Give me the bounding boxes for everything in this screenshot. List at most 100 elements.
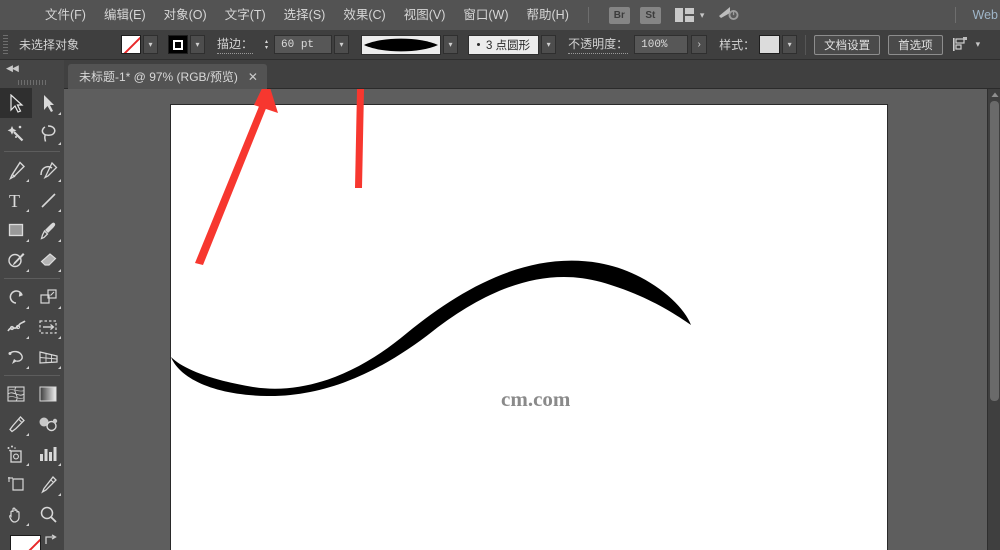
scroll-up-arrow[interactable] xyxy=(990,90,999,100)
menu-edit[interactable]: 编辑(E) xyxy=(95,0,155,30)
tool-rectangle[interactable] xyxy=(0,215,32,245)
align-options-button[interactable]: ▾ xyxy=(953,37,981,52)
fill-control[interactable]: ▾ xyxy=(121,35,158,54)
brush-definition-preview[interactable] xyxy=(361,35,441,55)
bridge-button[interactable]: Br xyxy=(609,7,630,24)
chevron-down-icon: ▾ xyxy=(700,10,705,21)
menu-window[interactable]: 窗口(W) xyxy=(454,0,517,30)
stroke-weight-stepper[interactable]: ▴▾ xyxy=(261,35,272,54)
tool-shaper[interactable] xyxy=(0,245,32,275)
tool-direct-selection[interactable] xyxy=(32,88,64,118)
tool-perspective-grid[interactable] xyxy=(32,342,64,372)
tool-slice[interactable] xyxy=(32,469,64,499)
menu-effect[interactable]: 效果(C) xyxy=(334,0,394,30)
control-bar-grip[interactable] xyxy=(3,35,8,55)
tool-mesh[interactable] xyxy=(0,379,32,409)
gradient-icon xyxy=(38,385,58,403)
stroke-swatch-black[interactable] xyxy=(168,35,188,54)
tool-curvature[interactable] xyxy=(32,155,64,185)
fill-stroke-indicator xyxy=(0,533,64,550)
paintbrush-icon xyxy=(39,221,58,240)
vertical-scrollbar-thumb[interactable] xyxy=(990,101,999,401)
fill-dropdown-arrow[interactable]: ▾ xyxy=(143,35,158,54)
line-segment-icon xyxy=(39,191,58,210)
opacity-input[interactable]: 100% xyxy=(634,35,688,54)
vertical-scrollbar[interactable] xyxy=(987,89,1000,550)
menu-select[interactable]: 选择(S) xyxy=(275,0,335,30)
preferences-button[interactable]: 首选项 xyxy=(888,35,943,55)
tool-free-transform[interactable] xyxy=(0,342,32,372)
close-icon[interactable]: ✕ xyxy=(248,72,258,82)
tool-grid-4 xyxy=(0,379,64,529)
opacity-options-button[interactable]: › xyxy=(691,35,707,54)
stroke-weight-dropdown-arrow[interactable]: ▾ xyxy=(334,35,349,54)
tool-gradient[interactable] xyxy=(32,379,64,409)
tool-hand[interactable] xyxy=(0,499,32,529)
tool-eyedropper[interactable] xyxy=(0,409,32,439)
menu-help[interactable]: 帮助(H) xyxy=(518,0,578,30)
canvas-area[interactable]: cm.com xyxy=(64,89,987,550)
fill-color-none[interactable] xyxy=(10,535,41,550)
artwork-layer xyxy=(171,105,889,550)
menu-type[interactable]: 文字(T) xyxy=(216,0,275,30)
stroke-weight-input[interactable]: 60 pt xyxy=(274,35,332,54)
swap-fill-stroke-icon[interactable] xyxy=(44,533,58,550)
tool-paintbrush[interactable] xyxy=(32,215,64,245)
arrange-documents-icon xyxy=(675,8,694,22)
rectangle-icon xyxy=(7,221,26,240)
chevron-down-icon: ▾ xyxy=(976,39,981,50)
tool-blend[interactable] xyxy=(32,409,64,439)
document-tab-title: 未标题-1* @ 97% (RGB/预览) xyxy=(79,68,238,85)
tools-divider-2 xyxy=(4,278,60,279)
menu-object[interactable]: 对象(O) xyxy=(155,0,216,30)
stock-button[interactable]: St xyxy=(640,7,661,24)
document-setup-button[interactable]: 文档设置 xyxy=(814,35,880,55)
stroke-weight-label[interactable]: 描边： xyxy=(217,35,253,54)
workspace-switcher[interactable]: Web xyxy=(973,0,1000,30)
tool-column-graph[interactable] xyxy=(32,439,64,469)
tool-scale[interactable] xyxy=(32,282,64,312)
tool-zoom[interactable] xyxy=(32,499,64,529)
tool-width[interactable] xyxy=(0,312,32,342)
hand-icon xyxy=(7,505,26,524)
app-logo-icon xyxy=(0,0,36,30)
style-label: 样式： xyxy=(719,36,755,53)
magic-wand-icon xyxy=(7,124,26,143)
brush-name-dropdown-arrow[interactable]: ▾ xyxy=(541,35,556,54)
tool-symbol-sprayer[interactable] xyxy=(0,439,32,469)
tool-line-segment[interactable] xyxy=(32,185,64,215)
brush-name-field[interactable]: 3 点圆形 xyxy=(468,35,539,55)
menu-view[interactable]: 视图(V) xyxy=(395,0,455,30)
rotate-icon xyxy=(7,288,26,307)
symbol-sprayer-icon xyxy=(6,445,26,464)
arrange-documents-button[interactable]: ▾ xyxy=(675,8,705,22)
brush-definition-dropdown-arrow[interactable]: ▾ xyxy=(443,35,458,54)
tools-divider-3 xyxy=(4,375,60,376)
tool-selection[interactable] xyxy=(0,88,32,118)
tool-grid xyxy=(0,88,64,148)
artboard-1[interactable]: cm.com xyxy=(170,104,888,550)
tool-lasso[interactable] xyxy=(32,118,64,148)
style-dropdown-arrow[interactable]: ▾ xyxy=(782,35,797,54)
tool-pen[interactable] xyxy=(0,155,32,185)
shaper-pencil-icon xyxy=(7,251,26,270)
tool-eraser[interactable] xyxy=(32,245,64,275)
tool-type[interactable]: T xyxy=(0,185,32,215)
cc-libraries-button[interactable] xyxy=(718,4,740,27)
tool-grid-2: T xyxy=(0,155,64,275)
tool-magic-wand[interactable] xyxy=(0,118,32,148)
document-tab[interactable]: 未标题-1* @ 97% (RGB/预览) ✕ xyxy=(68,64,267,89)
graphic-style-swatch[interactable] xyxy=(759,35,780,54)
collapse-panel-icon[interactable]: ◀◀ xyxy=(0,60,64,76)
stroke-dropdown-arrow[interactable]: ▾ xyxy=(190,35,205,54)
tool-rotate[interactable] xyxy=(0,282,32,312)
stroke-control[interactable]: ▾ xyxy=(168,35,205,54)
tools-panel-grip[interactable] xyxy=(0,76,64,88)
menu-file[interactable]: 文件(F) xyxy=(36,0,95,30)
tool-shape-builder[interactable] xyxy=(32,312,64,342)
selection-arrow-icon xyxy=(9,94,24,113)
fill-swatch-none[interactable] xyxy=(121,35,141,54)
opacity-label[interactable]: 不透明度： xyxy=(568,35,628,54)
tool-artboard[interactable] xyxy=(0,469,32,499)
tools-panel: ◀◀ xyxy=(0,60,64,550)
